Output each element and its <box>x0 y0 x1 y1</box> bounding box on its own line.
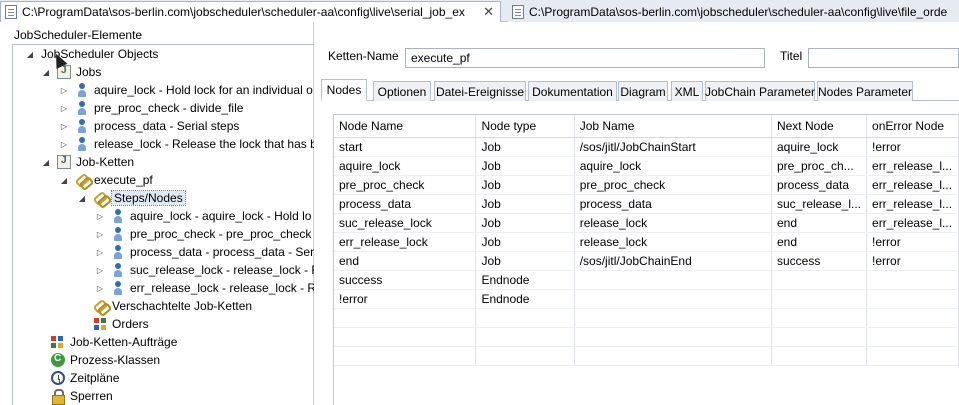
tab-dokumentation[interactable]: Dokumentation <box>528 81 617 101</box>
document-icon <box>512 4 524 19</box>
tree-item-steps-nodes[interactable]: ◢ Steps/Nodes <box>77 189 186 207</box>
expanded-arrow-icon[interactable]: ◢ <box>59 176 69 185</box>
job-icon <box>75 101 89 115</box>
collapsed-arrow-icon[interactable]: ▷ <box>59 86 69 95</box>
collapsed-arrow-icon[interactable]: ▷ <box>59 122 69 131</box>
tree-item-chain[interactable]: ◢ execute_pf <box>59 171 153 189</box>
editor-tab-label: C:\ProgramData\sos-berlin.com\jobschedul… <box>22 5 465 19</box>
lock-icon <box>51 389 65 405</box>
chain-icon <box>93 191 107 205</box>
tree-item-jobs[interactable]: ◢ Jobs <box>41 63 101 81</box>
table-row[interactable] <box>334 346 959 366</box>
tree-root[interactable]: ◢ JobScheduler Objects <box>25 45 158 63</box>
clock-icon <box>51 371 65 385</box>
tree-item-step[interactable]: ▷ suc_release_lock - release_lock - Re <box>95 261 314 279</box>
table-row[interactable]: success Endnode <box>334 270 959 290</box>
column-header-node-name[interactable]: Node Name <box>334 115 477 138</box>
column-header-onerror-node[interactable]: onError Node <box>866 115 959 138</box>
editor-tab-serial-job[interactable]: C:\ProgramData\sos-berlin.com\jobschedul… <box>0 1 501 22</box>
tree-item-process-classes[interactable]: ▷ Prozess-Klassen <box>35 351 160 369</box>
job-icon <box>111 209 125 223</box>
tree-item-job[interactable]: ▷ aquire_lock - Hold lock for an individ… <box>59 81 313 99</box>
document-icon <box>5 5 17 19</box>
job-chains-folder-icon <box>57 155 71 169</box>
chain-name-field[interactable]: execute_pf <box>405 48 765 68</box>
job-icon <box>75 137 89 151</box>
tree-item-schedules[interactable]: ▷ Zeitpläne <box>35 369 119 387</box>
job-icon <box>111 263 125 277</box>
objects-panel: JobScheduler-Elemente ◢ JobScheduler Obj… <box>0 22 314 405</box>
tree-item-step[interactable]: ▷ pre_proc_check - pre_proc_check - <box>95 225 314 243</box>
collapsed-arrow-icon[interactable]: ▷ <box>95 212 105 221</box>
column-header-node-type[interactable]: Node type <box>475 115 575 138</box>
job-icon <box>111 281 125 295</box>
chain-icon <box>93 299 107 313</box>
tree-item-step[interactable]: ▷ process_data - process_data - Seria <box>95 243 314 261</box>
tab-jobchain-parameter[interactable]: JobChain Parameter <box>705 81 815 101</box>
chain-orders-icon <box>51 335 65 349</box>
tree-item-locks[interactable]: ▷ Sperren <box>35 387 113 405</box>
orders-icon <box>93 317 107 331</box>
tree-item-nested-chains[interactable]: ▷ Verschachtelte Job-Ketten <box>77 297 252 315</box>
tree-item-job[interactable]: ▷ release_lock - Release the lock that h… <box>59 135 314 153</box>
expanded-arrow-icon[interactable]: ◢ <box>25 50 35 59</box>
expanded-arrow-icon[interactable]: ◢ <box>77 194 87 203</box>
table-row[interactable]: err_release_lock Job release_lock end !error <box>334 232 959 252</box>
editor-tab-file-order[interactable]: C:\ProgramData\sos-berlin.com\jobschedul… <box>508 1 959 22</box>
table-row[interactable]: aquire_lock Job aquire_lock pre_proc_ch... e… <box>334 156 959 176</box>
panel-title: JobScheduler-Elemente <box>14 28 143 42</box>
process-class-icon <box>51 353 65 367</box>
table-row[interactable] <box>334 308 959 328</box>
column-header-next-node[interactable]: Next Node <box>771 115 868 138</box>
job-icon <box>75 119 89 133</box>
tree-item-job[interactable]: ▷ process_data - Serial steps <box>59 117 239 135</box>
tab-xml[interactable]: XML <box>671 81 703 101</box>
collapsed-arrow-icon[interactable]: ▷ <box>59 104 69 113</box>
expanded-arrow-icon[interactable]: ◢ <box>41 158 51 167</box>
chain-icon <box>75 173 89 187</box>
tree-item-orders[interactable]: ▷ Orders <box>77 315 149 333</box>
collapsed-arrow-icon[interactable]: ▷ <box>95 230 105 239</box>
table-row[interactable]: start Job/sos/jitl/JobChainStart aquire_lo… <box>334 137 959 157</box>
tab-nodes-parameter[interactable]: Nodes Parameter <box>817 81 913 101</box>
tree-item-chain-orders[interactable]: ▷ Job-Ketten-Aufträge <box>35 333 177 351</box>
job-icon <box>111 245 125 259</box>
tab-datei-ereignisse[interactable]: Datei-Ereignisse <box>434 81 526 101</box>
expanded-arrow-icon[interactable]: ◢ <box>41 68 51 77</box>
title-label: Titel <box>780 49 803 63</box>
tree-item-job-chains[interactable]: ◢ Job-Ketten <box>41 153 134 171</box>
table-row[interactable]: end Job/sos/jitl/JobChainEnd success !error <box>334 251 959 271</box>
tab-optionen[interactable]: Optionen <box>373 81 431 101</box>
table-row[interactable]: !error Endnode <box>334 289 959 309</box>
tree-item-step[interactable]: ▷ aquire_lock - aquire_lock - Hold lo <box>95 207 311 225</box>
job-chain-editor: Ketten-Name execute_pf Titel Nodes Optio… <box>317 22 959 405</box>
close-icon[interactable]: ✕ <box>483 4 494 20</box>
table-row[interactable]: process_data Job process_data suc_release_l… <box>334 194 959 214</box>
table-row[interactable] <box>334 327 959 347</box>
editor-tab-label: C:\ProgramData\sos-berlin.com\jobschedul… <box>529 4 948 19</box>
job-icon <box>111 227 125 241</box>
collapsed-arrow-icon[interactable]: ▷ <box>95 266 105 275</box>
tree-item-step[interactable]: ▷ err_release_lock - release_lock - Re <box>95 279 314 297</box>
tree-item-job[interactable]: ▷ pre_proc_check - divide_file <box>59 99 243 117</box>
table-header-row: Node Name Node type Job Name Next Node o… <box>334 115 959 138</box>
collapsed-arrow-icon[interactable]: ▷ <box>59 140 69 149</box>
nodes-table[interactable]: Node Name Node type Job Name Next Node o… <box>333 114 959 405</box>
table-row[interactable]: pre_proc_check Job pre_proc_check process_d… <box>334 175 959 195</box>
job-icon <box>75 83 89 97</box>
collapsed-arrow-icon[interactable]: ▷ <box>95 248 105 257</box>
editor-tabs: Nodes Optionen Datei-Ereignisse Dokument… <box>321 79 959 101</box>
editor-tab-bar: C:\ProgramData\sos-berlin.com\jobschedul… <box>0 0 959 22</box>
tab-diagram[interactable]: Diagram <box>618 81 668 101</box>
chain-name-label: Ketten-Name <box>328 49 399 63</box>
table-row[interactable]: suc_release_lock Job release_lock end err_re… <box>334 213 959 233</box>
tab-nodes[interactable]: Nodes <box>321 79 367 101</box>
title-field[interactable] <box>808 48 959 68</box>
collapsed-arrow-icon[interactable]: ▷ <box>95 284 105 293</box>
column-header-job-name[interactable]: Job Name <box>574 115 772 138</box>
object-tree[interactable]: ◢ JobScheduler Objects ◢ Jobs ▷ aquire_l… <box>12 44 314 405</box>
